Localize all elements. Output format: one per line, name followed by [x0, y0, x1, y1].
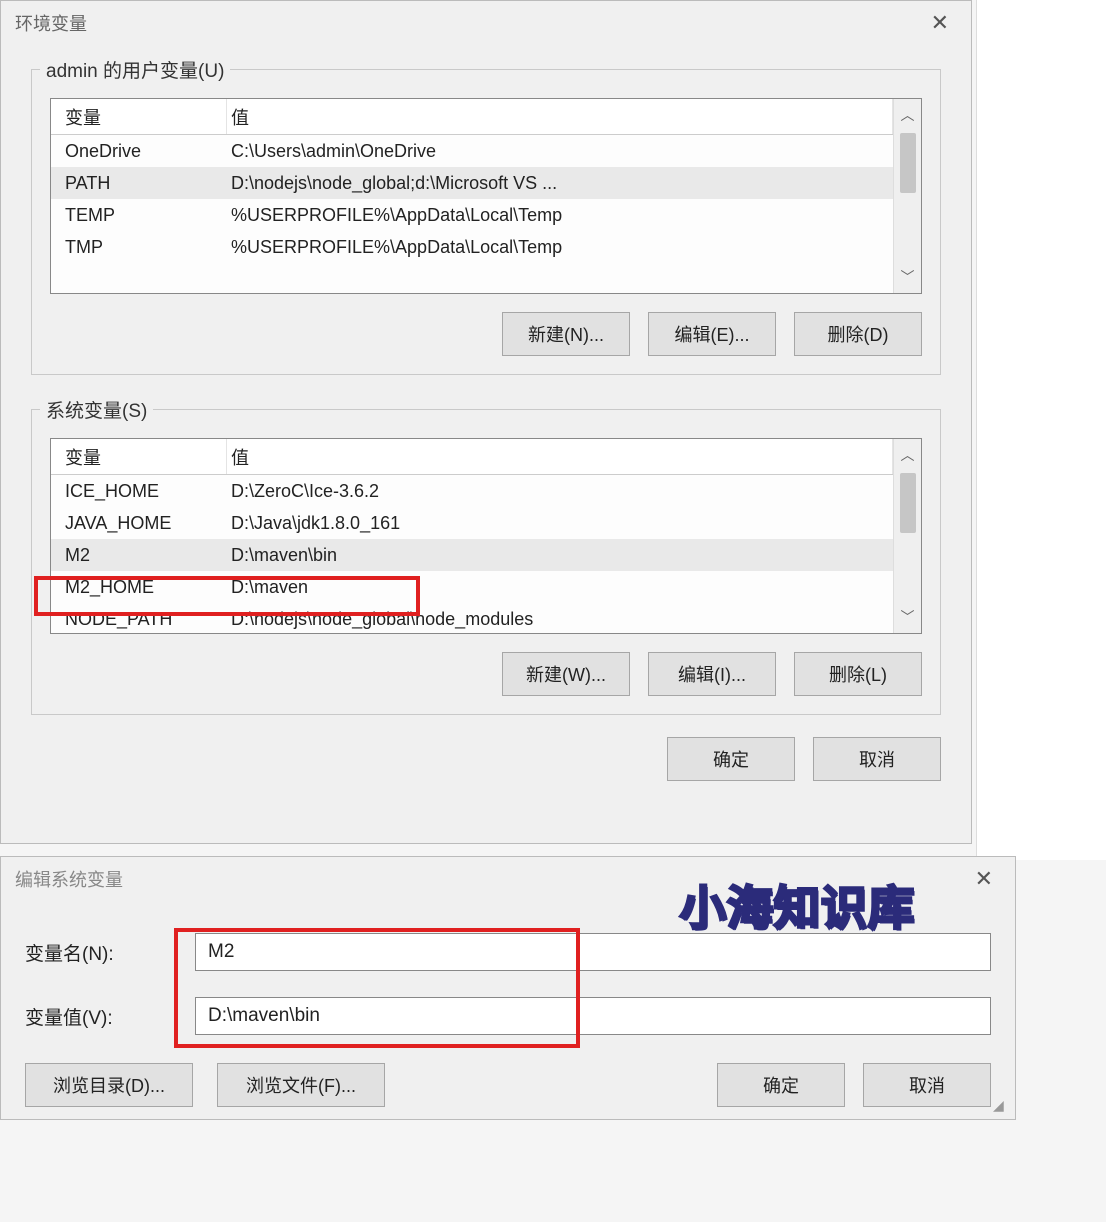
ok-button[interactable]: 确定 — [667, 737, 795, 781]
variable-name-input[interactable] — [195, 933, 991, 971]
table-row[interactable]: M2_HOMED:\maven — [51, 571, 893, 603]
cell-variable: NODE_PATH — [51, 609, 227, 630]
close-icon[interactable]: ✕ — [967, 864, 1001, 894]
cell-variable: PATH — [51, 173, 227, 194]
cell-value: D:\nodejs\node_global\node_modules — [227, 609, 893, 630]
delete-sys-var-button[interactable]: 删除(L) — [794, 652, 922, 696]
edit-user-var-button[interactable]: 编辑(E)... — [648, 312, 776, 356]
table-row[interactable]: TMP%USERPROFILE%\AppData\Local\Temp — [51, 231, 893, 263]
browse-file-button[interactable]: 浏览文件(F)... — [217, 1063, 385, 1107]
system-variables-table[interactable]: 变量 值 ICE_HOMED:\ZeroC\Ice-3.6.2JAVA_HOME… — [50, 438, 922, 634]
titlebar: 环境变量 ✕ — [1, 1, 971, 45]
table-row[interactable]: NODE_PATHD:\nodejs\node_global\node_modu… — [51, 603, 893, 633]
table-header: 变量 值 — [51, 439, 893, 475]
resize-grip-icon[interactable]: ◢ — [993, 1097, 1011, 1115]
table-row[interactable]: ICE_HOMED:\ZeroC\Ice-3.6.2 — [51, 475, 893, 507]
edit-sys-var-button[interactable]: 编辑(I)... — [648, 652, 776, 696]
cell-variable: TEMP — [51, 205, 227, 226]
table-row[interactable]: JAVA_HOMED:\Java\jdk1.8.0_161 — [51, 507, 893, 539]
cell-value: %USERPROFILE%\AppData\Local\Temp — [227, 205, 893, 226]
column-variable[interactable]: 变量 — [51, 99, 227, 134]
scrollbar[interactable]: ︿ ﹀ — [893, 99, 921, 293]
variable-value-label: 变量值(V): — [25, 1003, 195, 1030]
ok-button[interactable]: 确定 — [717, 1063, 845, 1107]
cell-value: %USERPROFILE%\AppData\Local\Temp — [227, 237, 893, 258]
variable-value-input[interactable] — [195, 997, 991, 1035]
cell-variable: TMP — [51, 237, 227, 258]
variable-name-label: 变量名(N): — [25, 939, 195, 966]
watermark-text: 小海知识库 — [680, 872, 915, 938]
table-row[interactable]: M2D:\maven\bin — [51, 539, 893, 571]
cell-value: D:\maven\bin — [227, 545, 893, 566]
cell-value: C:\Users\admin\OneDrive — [227, 141, 893, 162]
cancel-button[interactable]: 取消 — [863, 1063, 991, 1107]
close-icon[interactable]: ✕ — [923, 8, 957, 38]
variable-value-row: 变量值(V): — [1, 991, 1015, 1041]
column-value[interactable]: 值 — [227, 99, 893, 134]
user-variables-group: admin 的用户变量(U) 变量 值 OneDriveC:\Users\adm… — [31, 69, 941, 375]
system-variables-group: 系统变量(S) 变量 值 ICE_HOMED:\ZeroC\Ice-3.6.2J… — [31, 409, 941, 715]
cell-value: D:\ZeroC\Ice-3.6.2 — [227, 481, 893, 502]
chevron-down-icon[interactable]: ﹀ — [901, 601, 915, 633]
cell-value: D:\maven — [227, 577, 893, 598]
chevron-up-icon[interactable]: ︿ — [901, 439, 915, 471]
new-sys-var-button[interactable]: 新建(W)... — [502, 652, 630, 696]
cell-variable: M2_HOME — [51, 577, 227, 598]
chevron-up-icon[interactable]: ︿ — [901, 99, 915, 131]
scrollbar[interactable]: ︿ ﹀ — [893, 439, 921, 633]
dialog-title: 编辑系统变量 — [15, 866, 123, 892]
table-row[interactable]: OneDriveC:\Users\admin\OneDrive — [51, 135, 893, 167]
cell-variable: JAVA_HOME — [51, 513, 227, 534]
cancel-button[interactable]: 取消 — [813, 737, 941, 781]
scroll-thumb[interactable] — [900, 133, 916, 193]
column-variable[interactable]: 变量 — [51, 439, 227, 474]
cell-variable: M2 — [51, 545, 227, 566]
user-variables-label: admin 的用户变量(U) — [40, 56, 230, 83]
scroll-thumb[interactable] — [900, 473, 916, 533]
cell-value: D:\nodejs\node_global;d:\Microsoft VS ..… — [227, 173, 893, 194]
environment-variables-dialog: 环境变量 ✕ admin 的用户变量(U) 变量 值 OneDriveC:\Us… — [0, 0, 972, 844]
cell-variable: ICE_HOME — [51, 481, 227, 502]
dialog-title: 环境变量 — [15, 10, 87, 36]
column-value[interactable]: 值 — [227, 439, 893, 474]
table-row[interactable]: TEMP%USERPROFILE%\AppData\Local\Temp — [51, 199, 893, 231]
cell-variable: OneDrive — [51, 141, 227, 162]
browse-directory-button[interactable]: 浏览目录(D)... — [25, 1063, 193, 1107]
cell-value: D:\Java\jdk1.8.0_161 — [227, 513, 893, 534]
user-variables-table[interactable]: 变量 值 OneDriveC:\Users\admin\OneDrivePATH… — [50, 98, 922, 294]
chevron-down-icon[interactable]: ﹀ — [901, 261, 915, 293]
table-row[interactable]: PATHD:\nodejs\node_global;d:\Microsoft V… — [51, 167, 893, 199]
system-variables-label: 系统变量(S) — [40, 396, 153, 423]
delete-user-var-button[interactable]: 删除(D) — [794, 312, 922, 356]
table-header: 变量 值 — [51, 99, 893, 135]
new-user-var-button[interactable]: 新建(N)... — [502, 312, 630, 356]
